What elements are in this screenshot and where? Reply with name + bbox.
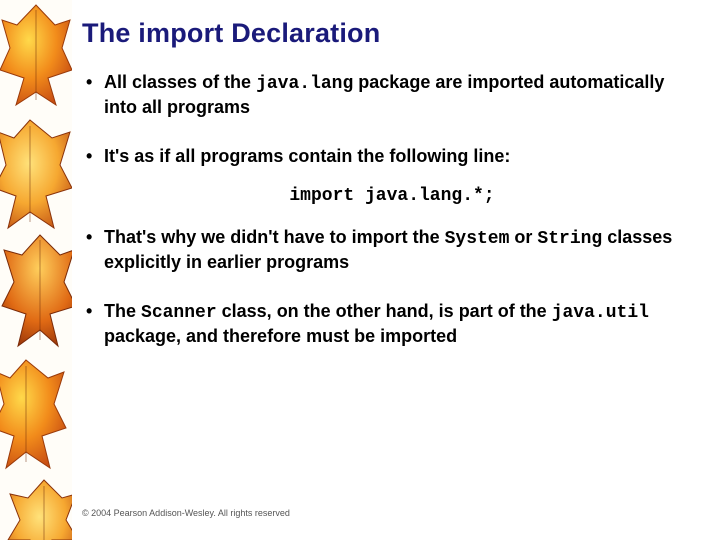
bullet-2: It's as if all programs contain the foll… [82,145,702,168]
text-fragment: package, and therefore must be imported [104,326,457,346]
bullet-1: All classes of the java.lang package are… [82,71,702,119]
inline-code: String [537,229,602,249]
text-fragment: class, on the other hand, is part of the [217,301,552,321]
decorative-sidebar [0,0,72,540]
code-sample: import java.lang.*; [82,186,702,206]
inline-code: java.lang [256,74,353,94]
bullet-4: The Scanner class, on the other hand, is… [82,300,702,348]
inline-code: System [445,229,510,249]
text-fragment: The [104,301,141,321]
text-fragment: or [509,227,537,247]
slide-content: The import Declaration All classes of th… [82,18,702,374]
bullet-3: That's why we didn't have to import the … [82,226,702,274]
text-fragment: That's why we didn't have to import the [104,227,445,247]
text-fragment: All classes of the [104,72,256,92]
inline-code: java.util [552,303,649,323]
copyright-footer: © 2004 Pearson Addison-Wesley. All right… [82,508,290,518]
bullet-list: All classes of the java.lang package are… [82,71,702,168]
leaves-graphic [0,0,72,540]
inline-code: Scanner [141,303,217,323]
text-fragment: It's as if all programs contain the foll… [104,146,510,166]
slide-title: The import Declaration [82,18,702,49]
bullet-list-2: That's why we didn't have to import the … [82,226,702,348]
